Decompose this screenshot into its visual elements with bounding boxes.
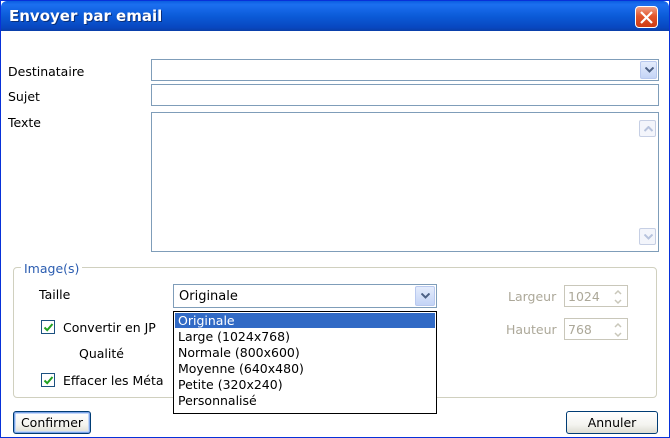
height-label: Hauteur xyxy=(506,322,557,337)
recipient-label: Destinataire xyxy=(8,64,85,79)
scroll-up-button[interactable] xyxy=(639,120,656,137)
email-dialog: Envoyer par email Destinataire Sujet Tex… xyxy=(0,0,670,438)
height-spin-buttons[interactable] xyxy=(609,319,627,339)
convert-jpeg-checkbox[interactable] xyxy=(41,320,55,334)
checkmark-icon xyxy=(43,323,54,332)
size-dropdown-button[interactable] xyxy=(415,286,435,306)
subject-input[interactable] xyxy=(151,84,659,106)
size-combo[interactable]: Originale xyxy=(173,284,437,308)
arrow-down-icon xyxy=(644,234,653,240)
images-group-title: Image(s) xyxy=(21,261,83,276)
erase-metadata-checkbox[interactable] xyxy=(41,373,55,387)
scroll-down-button[interactable] xyxy=(639,228,656,245)
chevron-down-icon xyxy=(421,293,430,299)
size-option-medium[interactable]: Moyenne (640x480) xyxy=(175,361,435,376)
size-dropdown-list: Originale Large (1024x768) Normale (800x… xyxy=(173,311,437,414)
text-area[interactable] xyxy=(151,112,659,252)
size-selected-value: Originale xyxy=(179,289,238,304)
convert-jpeg-label: Convertir en JP xyxy=(63,320,156,335)
dialog-body: Destinataire Sujet Texte Image(s) Taille… xyxy=(1,31,669,437)
size-option-normal[interactable]: Normale (800x600) xyxy=(175,345,435,360)
arrow-down-icon xyxy=(614,332,622,338)
size-option-original[interactable]: Originale xyxy=(175,313,435,328)
close-icon xyxy=(640,11,653,24)
recipient-dropdown-button[interactable] xyxy=(640,61,657,79)
confirm-button[interactable]: Confirmer xyxy=(13,411,91,434)
height-down-button[interactable] xyxy=(609,329,627,339)
chevron-down-icon xyxy=(645,67,654,73)
height-up-button[interactable] xyxy=(609,319,627,329)
width-up-button[interactable] xyxy=(609,286,627,296)
window-title: Envoyer par email xyxy=(9,7,163,25)
width-spinner[interactable]: 1024 xyxy=(564,285,628,307)
width-down-button[interactable] xyxy=(609,296,627,306)
size-label: Taille xyxy=(39,287,71,302)
arrow-up-icon xyxy=(644,126,653,132)
size-option-custom[interactable]: Personnalisé xyxy=(175,393,435,408)
title-bar[interactable]: Envoyer par email xyxy=(1,1,669,31)
height-value: 768 xyxy=(568,322,592,337)
subject-label: Sujet xyxy=(8,89,40,104)
text-label: Texte xyxy=(8,115,41,130)
erase-metadata-label: Effacer les Méta xyxy=(63,373,164,388)
close-button[interactable] xyxy=(635,6,658,28)
size-option-large[interactable]: Large (1024x768) xyxy=(175,329,435,344)
arrow-down-icon xyxy=(614,299,622,305)
recipient-combo[interactable] xyxy=(151,59,659,81)
cancel-button[interactable]: Annuler xyxy=(566,411,658,434)
checkmark-icon xyxy=(43,376,54,385)
quality-label: Qualité xyxy=(79,346,124,361)
size-option-small[interactable]: Petite (320x240) xyxy=(175,377,435,392)
width-value: 1024 xyxy=(568,289,600,304)
height-spinner[interactable]: 768 xyxy=(564,318,628,340)
width-spin-buttons[interactable] xyxy=(609,286,627,306)
width-label: Largeur xyxy=(508,289,557,304)
